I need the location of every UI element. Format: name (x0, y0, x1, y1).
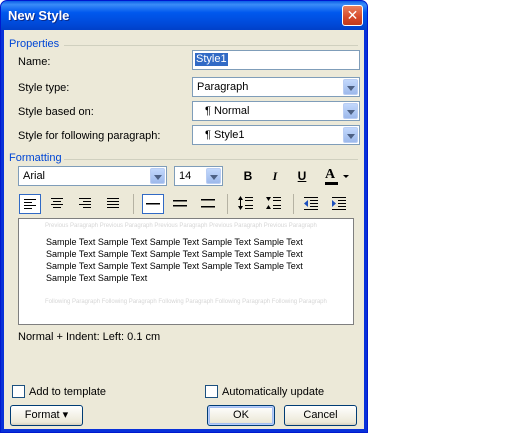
align-center-button[interactable] (47, 194, 69, 214)
new-style-dialog: New Style ✕ Properties Name: Style1 Styl… (0, 0, 368, 433)
justify-button[interactable] (103, 194, 125, 214)
close-icon: ✕ (346, 7, 359, 23)
following-paragraph-value: ¶ Style1 (205, 129, 245, 141)
align-center-icon (51, 198, 63, 208)
one-half-spacing-icon (173, 200, 187, 207)
style-type-label: Style type: (18, 82, 70, 94)
add-to-template-label[interactable]: Add to template (29, 386, 106, 398)
font-size-select[interactable]: 14 (174, 166, 223, 186)
align-right-button[interactable] (75, 194, 97, 214)
based-on-label: Style based on: (18, 106, 94, 118)
auto-update-label[interactable]: Automatically update (222, 386, 324, 398)
ok-button[interactable]: OK (207, 405, 275, 426)
name-input-value: Style1 (195, 53, 228, 66)
following-paragraph-select[interactable]: ¶ Style1 (192, 125, 360, 145)
decrease-indent-button[interactable] (301, 194, 323, 214)
ok-button-label: OK (233, 409, 249, 421)
following-paragraph-ghost: Following Paragraph Following Paragraph … (45, 299, 327, 305)
name-input[interactable]: Style1 (192, 50, 360, 70)
format-button-label: Format ▾ (24, 409, 69, 421)
font-size-value: 14 (179, 170, 192, 182)
underline-button[interactable]: U (291, 166, 313, 186)
dialog-title: New Style (8, 8, 70, 23)
format-button[interactable]: Format ▾ (10, 405, 83, 426)
font-color-swatch (325, 182, 338, 185)
align-left-icon (24, 199, 36, 209)
dialog-client-area: Properties Name: Style1 Style type: Para… (4, 30, 364, 429)
decrease-indent-icon (304, 197, 318, 210)
decrease-spacing-button[interactable] (263, 194, 285, 214)
align-left-button[interactable] (19, 194, 41, 214)
double-spacing-button[interactable] (198, 194, 220, 214)
previous-paragraph-ghost: Previous Paragraph Previous Paragraph Pr… (45, 223, 317, 229)
add-to-template-checkbox[interactable] (12, 385, 25, 398)
cancel-button[interactable]: Cancel (284, 405, 357, 426)
font-select[interactable]: Arial (18, 166, 167, 186)
decrease-spacing-icon (266, 197, 281, 209)
based-on-select[interactable]: ¶ Normal (192, 101, 360, 121)
formatting-divider (64, 159, 358, 160)
chevron-down-icon[interactable] (343, 127, 358, 143)
one-half-spacing-button[interactable] (170, 194, 192, 214)
toolbar-separator (227, 194, 228, 214)
chevron-down-icon[interactable] (150, 168, 165, 184)
chevron-down-icon[interactable] (206, 168, 221, 184)
increase-indent-button[interactable] (329, 194, 351, 214)
style-description: Normal + Indent: Left: 0.1 cm (18, 331, 161, 343)
toolbar-separator (293, 194, 294, 214)
italic-button[interactable]: I (264, 166, 286, 186)
chevron-down-icon[interactable] (343, 175, 349, 178)
font-value: Arial (23, 170, 46, 182)
name-label: Name: (18, 56, 51, 68)
toolbar-separator (133, 194, 134, 214)
style-preview: Previous Paragraph Previous Paragraph Pr… (18, 218, 354, 325)
cancel-button-label: Cancel (303, 409, 338, 421)
chevron-down-icon[interactable] (343, 79, 358, 95)
based-on-value: ¶ Normal (205, 105, 250, 117)
justify-icon (107, 198, 119, 208)
increase-spacing-button[interactable] (235, 194, 257, 214)
sample-text: Sample Text Sample Text Sample Text Samp… (46, 237, 303, 283)
auto-update-checkbox[interactable] (205, 385, 218, 398)
single-spacing-icon (146, 203, 160, 205)
increase-indent-icon (332, 197, 346, 210)
double-spacing-icon (201, 199, 215, 208)
close-button[interactable]: ✕ (342, 5, 363, 26)
title-bar[interactable]: New Style ✕ (1, 1, 367, 30)
increase-spacing-icon (238, 196, 253, 210)
chevron-down-icon[interactable] (343, 103, 358, 119)
following-paragraph-label: Style for following paragraph: (18, 130, 161, 142)
properties-divider (64, 45, 358, 46)
underline-icon: U (297, 169, 307, 183)
style-type-value: Paragraph (197, 81, 249, 93)
italic-icon: I (272, 169, 278, 183)
formatting-group-label: Formatting (9, 152, 62, 164)
bold-button[interactable]: B (237, 166, 259, 186)
bold-icon: B (243, 169, 253, 183)
style-type-select[interactable]: Paragraph (192, 77, 360, 97)
properties-group-label: Properties (9, 38, 60, 50)
align-right-icon (79, 198, 91, 208)
single-spacing-button[interactable] (142, 194, 164, 214)
font-color-button[interactable]: A (322, 166, 352, 186)
